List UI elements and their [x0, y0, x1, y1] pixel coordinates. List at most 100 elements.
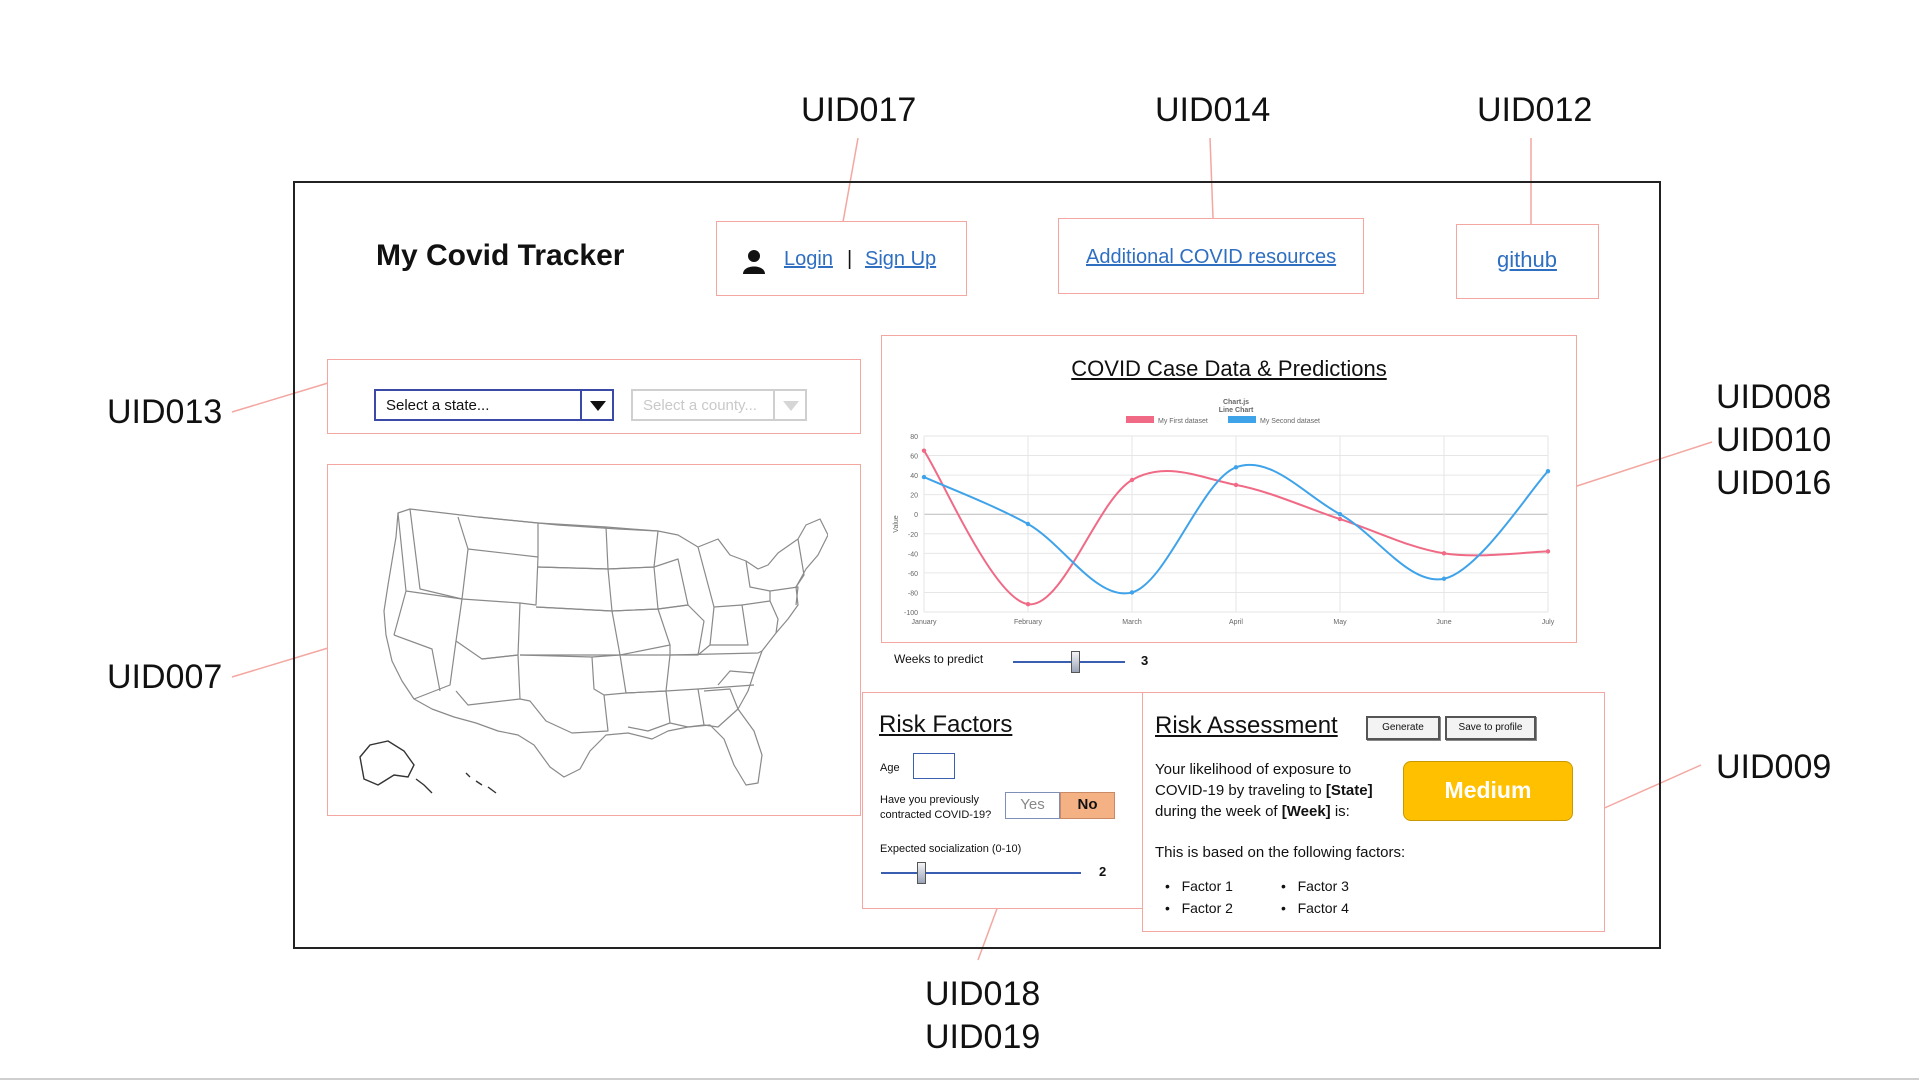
x-tick-label: April	[1229, 619, 1243, 626]
x-tick-label: July	[1542, 619, 1555, 626]
data-point	[1337, 512, 1343, 517]
based-on-text: This is based on the following factors:	[1155, 844, 1406, 861]
contracted-no-button[interactable]: No	[1060, 792, 1115, 819]
slider-track	[1013, 661, 1125, 663]
legend-swatch	[1126, 416, 1154, 423]
contracted-label-line-2: contracted COVID-19?	[880, 809, 992, 821]
data-point	[1545, 469, 1551, 474]
socialization-slider[interactable]	[881, 862, 1081, 886]
y-tick-label: 0	[914, 512, 918, 519]
factor-label: Factor 1	[1181, 878, 1233, 894]
location-selectors-box: Select a state... Select a county...	[327, 359, 861, 434]
generate-button[interactable]: Generate	[1366, 716, 1440, 740]
exposure-line-3: during the week of [Week] is:	[1155, 801, 1373, 822]
x-tick-label: May	[1333, 619, 1347, 626]
risk-level-badge: Medium	[1403, 761, 1573, 821]
exposure-line-3-text: during the week of	[1155, 803, 1282, 820]
resources-link-box: Additional COVID resources	[1058, 218, 1364, 294]
factor-label: Factor 3	[1297, 878, 1349, 894]
us-map-panel	[327, 464, 861, 816]
contracted-label-line-1: Have you previously	[880, 794, 980, 806]
auth-links-box: Login | Sign Up	[716, 221, 967, 296]
county-select-value: Select a county...	[643, 397, 757, 414]
data-point	[1025, 601, 1031, 607]
county-select[interactable]: Select a county...	[631, 389, 807, 421]
data-point	[1441, 551, 1447, 556]
y-tick-label: -80	[908, 590, 918, 597]
github-link-box: github	[1456, 224, 1599, 299]
data-point	[1129, 477, 1135, 483]
signup-link[interactable]: Sign Up	[865, 248, 936, 271]
list-item: • Factor 4	[1281, 900, 1349, 916]
weeks-to-predict-value: 3	[1141, 653, 1149, 668]
exposure-line-3-end: is:	[1330, 803, 1350, 820]
login-link[interactable]: Login	[784, 248, 833, 271]
state-select[interactable]: Select a state...	[374, 389, 614, 421]
x-tick-label: February	[1014, 619, 1043, 626]
risk-factors-panel: Risk Factors Age Have you previously con…	[862, 692, 1143, 909]
factor-label: Factor 2	[1181, 900, 1233, 916]
socialization-value: 2	[1099, 864, 1107, 879]
data-point	[921, 448, 927, 453]
x-tick-label: March	[1122, 619, 1142, 626]
chevron-down-icon[interactable]	[580, 391, 612, 419]
risk-assessment-panel: Risk Assessment Generate Save to profile…	[1142, 692, 1605, 932]
contracted-label: Have you previously contracted COVID-19?	[880, 793, 991, 823]
age-label: Age	[880, 762, 900, 774]
legend-label: My Second dataset	[1260, 418, 1320, 425]
data-point	[1337, 516, 1343, 522]
chart-inner-title: Chart.js	[1223, 399, 1249, 406]
x-tick-label: June	[1436, 619, 1451, 626]
data-point	[921, 474, 927, 480]
us-map[interactable]	[358, 495, 828, 795]
y-axis-label: Value	[893, 515, 900, 532]
risk-assessment-title: Risk Assessment	[1155, 712, 1338, 739]
exposure-text: Your likelihood of exposure to COVID-19 …	[1155, 759, 1373, 822]
legend-swatch	[1228, 416, 1256, 423]
line-chart[interactable]: Chart.jsLine Chart My First dataset My Sec…	[886, 394, 1574, 638]
app-title: My Covid Tracker	[376, 239, 625, 272]
data-point	[1129, 590, 1135, 595]
data-point	[1025, 521, 1031, 527]
legend-label: My First dataset	[1158, 418, 1208, 425]
slider-thumb[interactable]	[917, 862, 926, 884]
list-item: • Factor 2	[1165, 900, 1233, 916]
data-point	[1441, 576, 1447, 581]
case-chart-panel: COVID Case Data & Predictions Chart.js Li…	[881, 335, 1577, 643]
chart-title: COVID Case Data & Predictions	[1071, 356, 1387, 381]
week-placeholder: [Week]	[1281, 803, 1331, 820]
state-placeholder: [State]	[1325, 782, 1373, 799]
y-tick-label: -20	[908, 532, 918, 539]
factors-list-left: • Factor 1 • Factor 2	[1165, 875, 1233, 919]
factor-label: Factor 4	[1297, 900, 1349, 916]
y-tick-label: -60	[908, 571, 918, 578]
age-input[interactable]	[913, 753, 955, 779]
list-item: • Factor 1	[1165, 878, 1233, 894]
x-tick-label: January	[912, 619, 937, 626]
covid-resources-link[interactable]: Additional COVID resources	[1086, 246, 1336, 269]
user-icon	[743, 250, 765, 274]
exposure-line-1: Your likelihood of exposure to	[1155, 761, 1352, 778]
exposure-line-2-text: COVID-19 by traveling to	[1155, 782, 1326, 799]
y-tick-label: 60	[910, 454, 918, 461]
risk-factors-title: Risk Factors	[879, 711, 1013, 738]
y-tick-label: 20	[910, 493, 918, 500]
data-point	[1545, 549, 1551, 554]
socialization-label: Expected socialization (0-10)	[880, 843, 1022, 855]
y-tick-label: 80	[910, 434, 918, 441]
list-item: • Factor 3	[1281, 878, 1349, 894]
chevron-down-icon	[773, 391, 805, 419]
contracted-yes-button[interactable]: Yes	[1005, 792, 1060, 819]
slider-track	[881, 872, 1081, 874]
weeks-to-predict-slider[interactable]	[1013, 651, 1125, 675]
exposure-line-2: COVID-19 by traveling to [State]	[1155, 780, 1373, 801]
slider-thumb[interactable]	[1071, 651, 1080, 673]
factors-list-right: • Factor 3 • Factor 4	[1281, 875, 1349, 919]
data-point	[1233, 465, 1239, 470]
state-select-value: Select a state...	[386, 397, 490, 414]
chart-inner-subtitle: Line Chart	[1219, 407, 1254, 414]
y-tick-label: 40	[910, 473, 918, 480]
github-link[interactable]: github	[1497, 247, 1557, 273]
y-tick-label: -40	[908, 551, 918, 558]
save-to-profile-button[interactable]: Save to profile	[1445, 716, 1536, 740]
